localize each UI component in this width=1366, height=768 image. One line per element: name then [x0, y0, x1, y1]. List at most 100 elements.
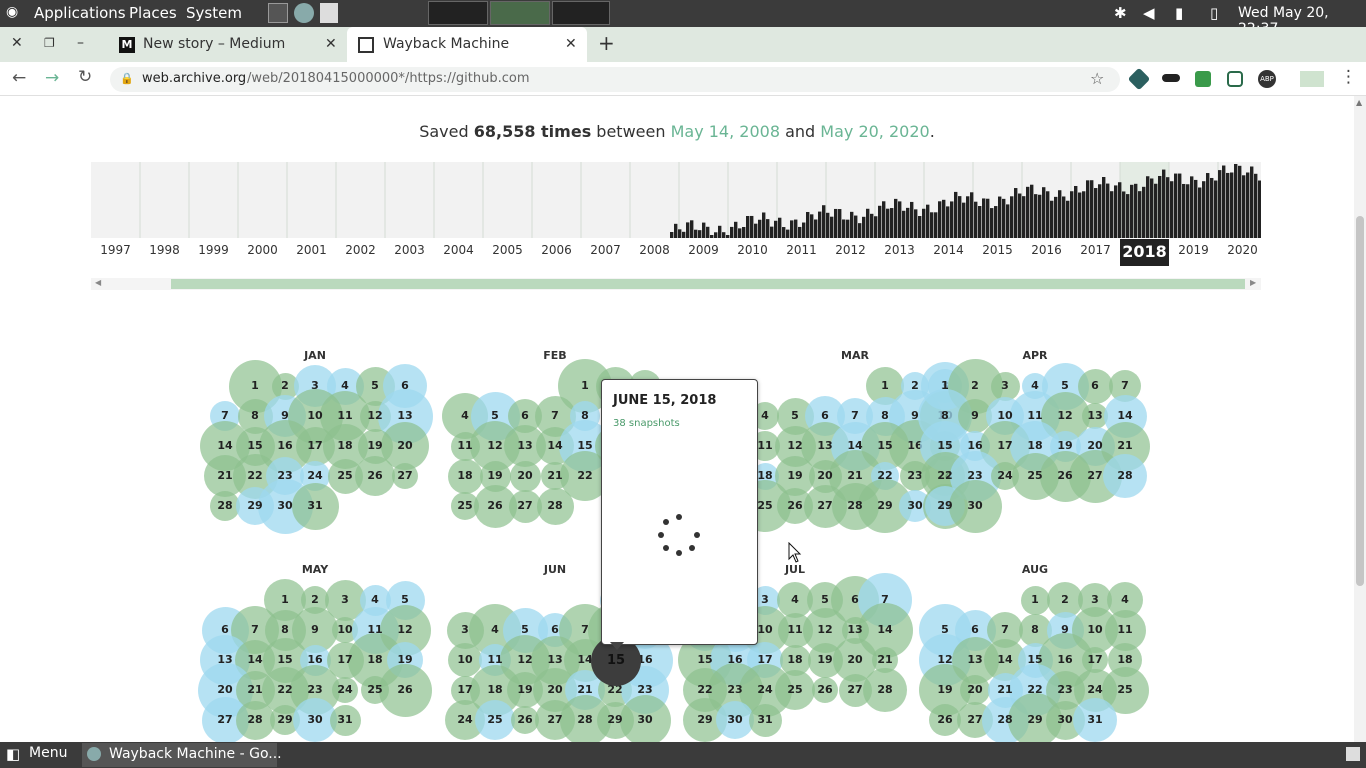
- calendar-day[interactable]: 11: [330, 401, 360, 431]
- calendar-day[interactable]: 30: [720, 705, 750, 735]
- calendar-day[interactable]: 13: [810, 431, 840, 461]
- calendar-day[interactable]: 26: [1050, 461, 1080, 491]
- calendar-day[interactable]: 19: [360, 431, 390, 461]
- extension-translate-icon[interactable]: [1300, 71, 1324, 87]
- calendar-day[interactable]: 24: [300, 461, 330, 491]
- calendar-day[interactable]: 26: [390, 675, 420, 705]
- calendar-day[interactable]: 14: [840, 431, 870, 461]
- calendar-day[interactable]: 20: [510, 461, 540, 491]
- calendar-day[interactable]: 19: [810, 645, 840, 675]
- calendar-day[interactable]: 14: [540, 431, 570, 461]
- calendar-day[interactable]: 15: [270, 645, 300, 675]
- calendar-day[interactable]: 8: [870, 401, 900, 431]
- tab-medium[interactable]: M New story – Medium ✕: [107, 27, 347, 62]
- calendar-day[interactable]: 1: [870, 371, 900, 401]
- calendar-day[interactable]: 29: [1020, 705, 1050, 735]
- calendar-day[interactable]: 3: [300, 371, 330, 401]
- calendar-day[interactable]: 31: [750, 705, 780, 735]
- calendar-day[interactable]: 19: [480, 461, 510, 491]
- calendar-day[interactable]: 19: [390, 645, 420, 675]
- calendar-day[interactable]: 10: [1080, 615, 1110, 645]
- calendar-day[interactable]: 20: [810, 461, 840, 491]
- calendar-day[interactable]: 25: [330, 461, 360, 491]
- bookmark-star-icon[interactable]: ☆: [1090, 69, 1104, 88]
- taskbar-window-button[interactable]: Wayback Machine - Go...: [82, 743, 282, 767]
- calendar-day[interactable]: 31: [330, 705, 360, 735]
- calendar-day[interactable]: 5: [810, 585, 840, 615]
- calendar-day[interactable]: 5: [360, 371, 390, 401]
- calendar-day[interactable]: 29: [600, 705, 630, 735]
- calendar-day[interactable]: 7: [870, 585, 900, 615]
- calendar-day[interactable]: 21: [990, 675, 1020, 705]
- extension-mask-icon[interactable]: [1162, 74, 1180, 82]
- calendar-day[interactable]: 5: [390, 585, 420, 615]
- calendar-day[interactable]: 4: [360, 585, 390, 615]
- calendar-day[interactable]: 18: [330, 431, 360, 461]
- extension-cube-icon[interactable]: [1127, 67, 1151, 91]
- calendar-day[interactable]: 26: [810, 675, 840, 705]
- calendar-day[interactable]: 5: [480, 401, 510, 431]
- calendar-day[interactable]: 23: [720, 675, 750, 705]
- calendar-day[interactable]: 28: [1110, 461, 1140, 491]
- calendar-day[interactable]: 9: [960, 401, 990, 431]
- calendar-day[interactable]: 7: [840, 401, 870, 431]
- calendar-day[interactable]: 14: [210, 431, 240, 461]
- calendar-day[interactable]: 24: [1080, 675, 1110, 705]
- calendar-day[interactable]: 13: [210, 645, 240, 675]
- calendar-day[interactable]: 27: [510, 491, 540, 521]
- calendar-day[interactable]: 11: [450, 431, 480, 461]
- calendar-day[interactable]: 10: [330, 615, 360, 645]
- calendar-day[interactable]: 22: [870, 461, 900, 491]
- calendar-day[interactable]: 12: [780, 431, 810, 461]
- calendar-day[interactable]: 22: [1020, 675, 1050, 705]
- calendar-day[interactable]: 13: [960, 645, 990, 675]
- calendar-day[interactable]: 27: [840, 675, 870, 705]
- calendar-day[interactable]: 31: [1080, 705, 1110, 735]
- tab-wayback[interactable]: Wayback Machine ✕: [347, 27, 587, 62]
- calendar-day[interactable]: 3: [330, 585, 360, 615]
- calendar-day[interactable]: 23: [300, 675, 330, 705]
- calendar-day[interactable]: 21: [240, 675, 270, 705]
- calendar-day[interactable]: 29: [240, 491, 270, 521]
- calendar-day[interactable]: 24: [450, 705, 480, 735]
- calendar-day[interactable]: 26: [360, 461, 390, 491]
- calendar-day[interactable]: 28: [870, 675, 900, 705]
- calendar-day[interactable]: 2: [270, 371, 300, 401]
- calendar-day[interactable]: 4: [1020, 371, 1050, 401]
- calendar-day[interactable]: 24: [750, 675, 780, 705]
- calendar-day[interactable]: 19: [510, 675, 540, 705]
- calendar-day[interactable]: 20: [840, 645, 870, 675]
- calendar-day[interactable]: 4: [480, 615, 510, 645]
- calendar-day[interactable]: 13: [540, 645, 570, 675]
- calendar-day[interactable]: 6: [1080, 371, 1110, 401]
- calendar-day[interactable]: 18: [360, 645, 390, 675]
- calendar-day[interactable]: 27: [810, 491, 840, 521]
- calendar-day[interactable]: 6: [960, 615, 990, 645]
- calendar-day[interactable]: 21: [840, 461, 870, 491]
- back-icon[interactable]: ←: [12, 68, 26, 88]
- calendar-day[interactable]: 19: [930, 675, 960, 705]
- calendar-day[interactable]: 22: [690, 675, 720, 705]
- calendar-day[interactable]: 6: [510, 401, 540, 431]
- calendar-day[interactable]: 5: [780, 401, 810, 431]
- calendar-day[interactable]: 27: [1080, 461, 1110, 491]
- calendar-day[interactable]: 29: [270, 705, 300, 735]
- calendar-day[interactable]: 7: [240, 615, 270, 645]
- calendar-day[interactable]: 3: [990, 371, 1020, 401]
- page-scrollbar-thumb[interactable]: [1356, 216, 1364, 586]
- calendar-day[interactable]: 8: [270, 615, 300, 645]
- calendar-day[interactable]: 10: [990, 401, 1020, 431]
- places-menu[interactable]: Places: [129, 4, 177, 22]
- applications-icon[interactable]: ◉: [6, 4, 18, 20]
- calendar-day[interactable]: 10: [300, 401, 330, 431]
- calendar-day[interactable]: 14: [1110, 401, 1140, 431]
- battery-icon[interactable]: ▯: [1210, 4, 1218, 22]
- calendar-day[interactable]: 1: [240, 371, 270, 401]
- calendar-day[interactable]: 16: [1050, 645, 1080, 675]
- calendar-day[interactable]: 11: [1020, 401, 1050, 431]
- calendar-day[interactable]: 17: [990, 431, 1020, 461]
- calendar-day[interactable]: 24: [990, 461, 1020, 491]
- calendar-day[interactable]: 14: [240, 645, 270, 675]
- calendar-day[interactable]: 31: [300, 491, 330, 521]
- scroll-up-icon[interactable]: ▲: [1356, 98, 1362, 107]
